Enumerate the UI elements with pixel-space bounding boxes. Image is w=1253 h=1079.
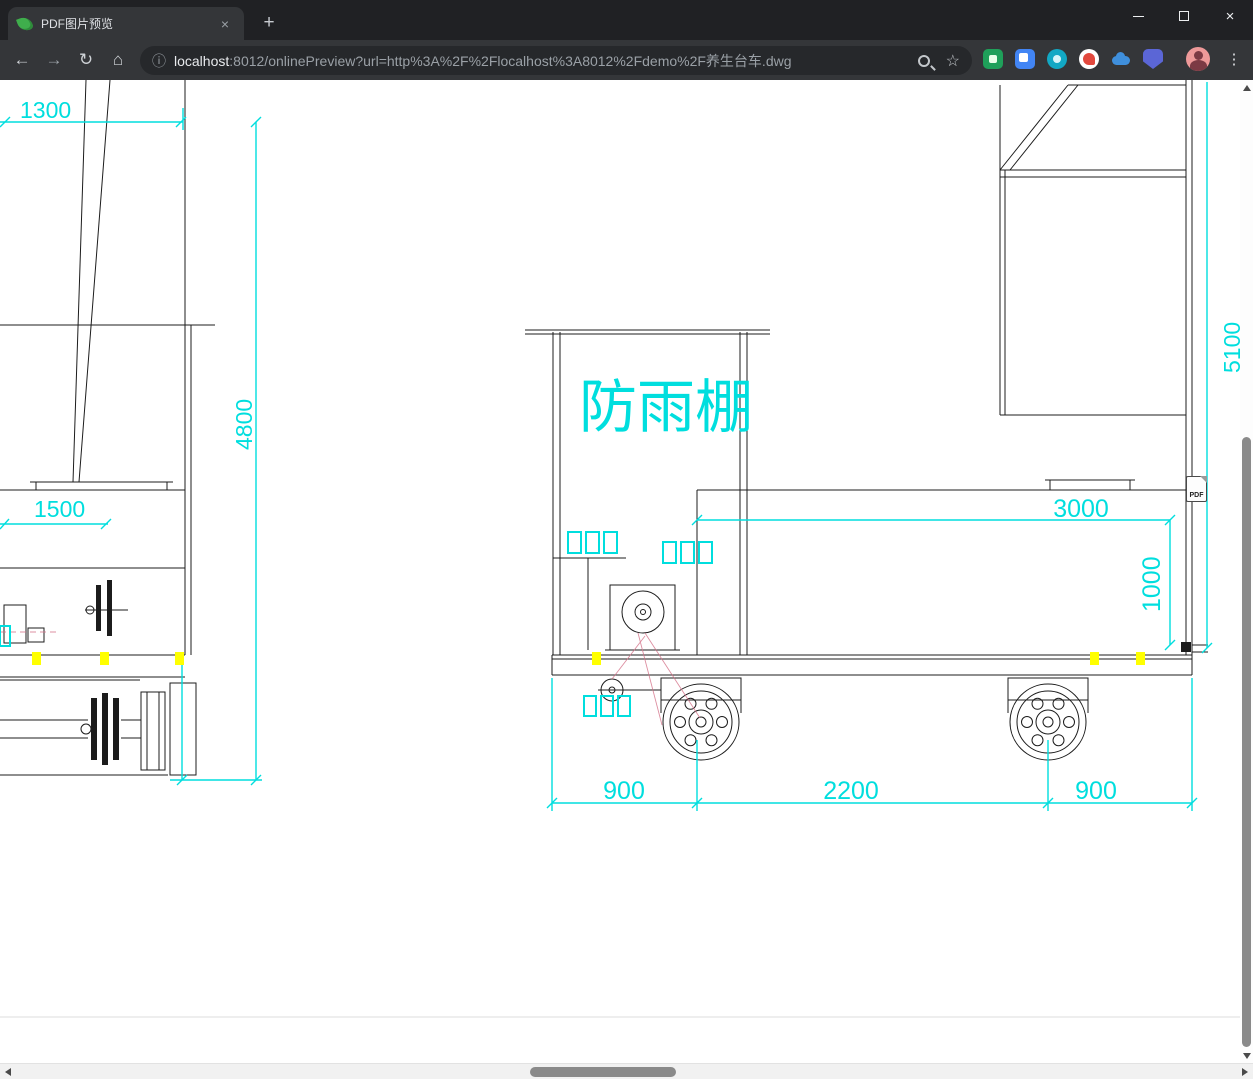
extensions-bar xyxy=(983,49,1163,69)
dimension-lines xyxy=(0,82,1213,811)
extension-teal-icon[interactable] xyxy=(1047,49,1067,69)
new-tab-button[interactable]: + xyxy=(256,10,282,36)
browser-toolbar: ← → ↻ ⌂ ⓘ localhost:8012/onlinePreview?u… xyxy=(0,40,1253,80)
cad-drawing: 1300 4800 1500 5100 3000 1000 900 2200 9… xyxy=(0,80,1245,1018)
bookmark-star-icon[interactable]: ☆ xyxy=(946,51,960,71)
pdf-file-icon[interactable]: PDF xyxy=(1186,476,1207,502)
dim-label-3000: 3000 xyxy=(1053,495,1109,523)
pdf-badge-text: PDF xyxy=(1189,492,1204,499)
window-controls: × xyxy=(1115,0,1253,40)
window-minimize-button[interactable] xyxy=(1115,0,1161,32)
extension-shield-icon[interactable] xyxy=(1143,49,1163,69)
tab-strip: PDF图片预览 × + × xyxy=(0,0,1253,40)
extension-translate-icon[interactable] xyxy=(1015,49,1035,69)
extension-red-icon[interactable] xyxy=(1079,49,1099,69)
tab-close-icon[interactable]: × xyxy=(216,16,234,32)
scroll-left-arrow-icon[interactable] xyxy=(5,1068,11,1076)
vertical-scrollbar[interactable] xyxy=(1240,80,1253,1063)
browser-menu-icon[interactable]: ⋮ xyxy=(1222,48,1246,72)
wheel-left xyxy=(662,683,740,761)
reload-button-icon[interactable]: ↻ xyxy=(72,48,100,72)
forward-button-icon[interactable]: → xyxy=(40,48,68,72)
dim-label-1500: 1500 xyxy=(34,496,85,522)
profile-avatar[interactable] xyxy=(1186,47,1210,71)
vertical-scrollbar-thumb[interactable] xyxy=(1242,437,1251,1047)
site-info-icon[interactable]: ⓘ xyxy=(152,51,166,71)
scroll-up-arrow-icon[interactable] xyxy=(1243,85,1251,91)
extension-green-icon[interactable] xyxy=(983,49,1003,69)
dim-label-1300: 1300 xyxy=(20,97,71,123)
scroll-down-arrow-icon[interactable] xyxy=(1243,1053,1251,1059)
url-host: localhost xyxy=(174,52,230,69)
cyan-detail-boxes xyxy=(0,531,713,717)
browser-tab[interactable]: PDF图片预览 × xyxy=(8,7,244,40)
rain-shelter-label: 防雨棚 xyxy=(579,375,753,440)
dim-label-900-right: 900 xyxy=(1075,777,1117,805)
dim-label-900-left: 900 xyxy=(603,777,645,805)
horizontal-scrollbar[interactable] xyxy=(0,1063,1253,1079)
leaf-favicon-icon xyxy=(16,14,34,33)
dim-label-1000: 1000 xyxy=(1138,556,1166,612)
extension-cloud-icon[interactable] xyxy=(1111,49,1131,69)
dim-label-4800: 4800 xyxy=(231,399,257,450)
dim-label-5100: 5100 xyxy=(1219,322,1240,373)
url-path: :8012/onlinePreview?url=http%3A%2F%2Floc… xyxy=(229,52,792,69)
home-button-icon[interactable]: ⌂ xyxy=(104,48,132,72)
dim-label-2200: 2200 xyxy=(823,777,879,805)
page-content: 1300 4800 1500 5100 3000 1000 900 2200 9… xyxy=(0,80,1253,1063)
zoom-icon[interactable] xyxy=(917,54,930,67)
window-close-button[interactable]: × xyxy=(1207,0,1253,32)
scroll-right-arrow-icon[interactable] xyxy=(1242,1068,1248,1076)
address-bar[interactable]: ⓘ localhost:8012/onlinePreview?url=http%… xyxy=(140,46,972,75)
url-text[interactable]: localhost:8012/onlinePreview?url=http%3A… xyxy=(174,51,918,71)
back-button-icon[interactable]: ← xyxy=(8,48,36,72)
left-elevation-plates xyxy=(91,580,119,765)
horizontal-scrollbar-thumb[interactable] xyxy=(530,1067,676,1077)
left-elevation-lines xyxy=(0,80,215,776)
tab-title: PDF图片预览 xyxy=(41,17,114,31)
browser-window: PDF图片预览 × + × ← → ↻ ⌂ ⓘ localhost:8012/o… xyxy=(0,0,1253,1079)
window-maximize-button[interactable] xyxy=(1161,0,1207,32)
